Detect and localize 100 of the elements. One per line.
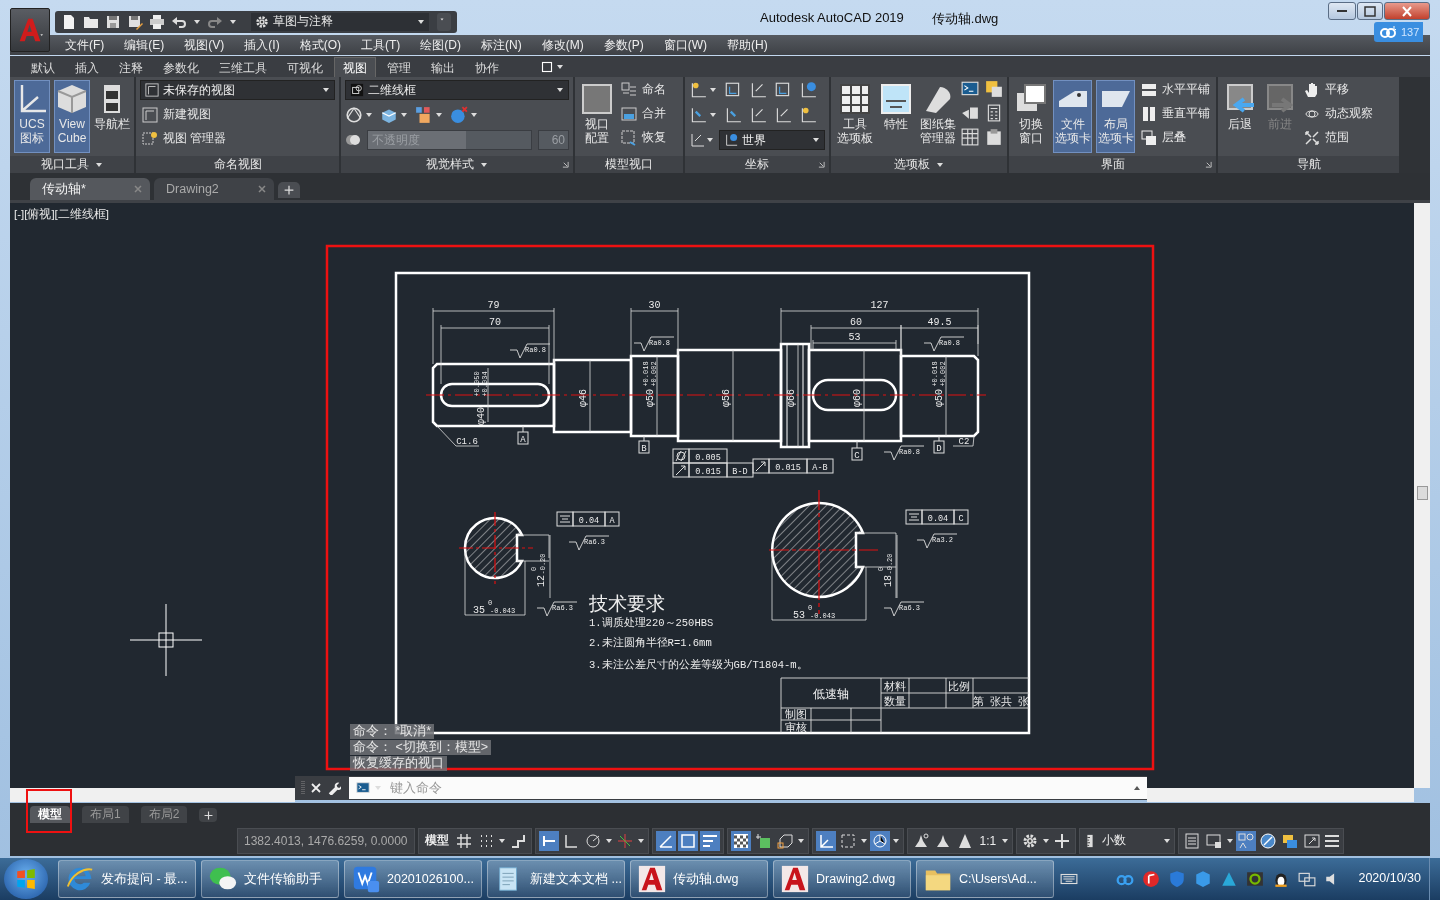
ucs-icon[interactable] [749,81,767,99]
menu-item[interactable]: 参数(P) [593,35,654,55]
caret-icon[interactable] [796,837,805,844]
taskbar-button[interactable]: Drawing2.dwg [773,860,911,898]
ribbon-tab[interactable]: 默认 [22,57,64,77]
print-icon[interactable] [149,13,165,30]
caret-icon[interactable] [400,112,408,118]
status-toggle-button[interactable] [730,830,751,851]
caret-icon[interactable] [1001,837,1010,844]
units-button[interactable]: 小数 [1099,832,1162,849]
taskbar-button[interactable]: 新建文本文档 ... [487,860,625,898]
annotation-scale-button[interactable]: 1:1 [976,833,1000,848]
taskbar-button[interactable]: C:\Users\Ad... [916,860,1054,898]
caret-icon[interactable] [417,18,425,25]
ucs-icon[interactable] [799,106,817,124]
ribbon-button[interactable]: 范围 [1302,128,1395,147]
ribbon-button[interactable]: 垂直平铺 [1139,104,1212,123]
clipboard-icon[interactable] [985,128,1003,146]
taskbar-button[interactable]: 发布提问 - 最... [58,860,196,898]
status-toggle-button[interactable] [815,830,836,851]
maximize-button[interactable] [1357,2,1383,20]
new-tab-button[interactable] [278,182,300,198]
ucs-icon[interactable] [689,81,707,99]
ribbon-button[interactable]: 恢复 [619,128,679,147]
command-input-field[interactable]: 键入命令 [386,777,1127,799]
caret-icon[interactable] [435,112,443,118]
ribbon-tab[interactable]: 管理 [378,57,420,77]
caret-icon[interactable] [480,161,488,168]
ribbon-tab[interactable]: 插入 [66,57,108,77]
menu-item[interactable]: 工具(T) [351,35,411,55]
status-toggle-button[interactable] [677,830,698,851]
caret-icon[interactable] [709,112,717,118]
ribbon-dropdown[interactable]: 未保存的视图 [140,80,335,100]
caret-icon[interactable] [322,87,330,93]
markup-icon[interactable] [961,104,979,122]
ribbon-button[interactable]: 新建视图 [140,105,335,124]
application-menu-button[interactable] [10,8,50,52]
dialog-launcher-icon[interactable] [818,161,825,168]
ribbon-toggle-button[interactable] [540,60,564,73]
menu-item[interactable]: 绘图(D) [410,35,471,55]
panel-title[interactable]: 坐标 [745,156,769,173]
caret-icon[interactable] [1163,837,1172,844]
ribbon-button[interactable]: 导航栏 [94,80,130,153]
ribbon-button[interactable]: 文件 选项卡 [1053,80,1092,153]
caret-icon[interactable] [936,161,944,168]
ribbon-button[interactable]: 工具 选项板 [835,80,874,153]
model-space-button[interactable]: 模型 [421,832,452,849]
caret-icon[interactable] [636,837,645,844]
ribbon-tab[interactable]: 可视化 [278,57,332,77]
menu-icon[interactable] [1324,832,1341,849]
taskbar-button[interactable]: 20201026100... [344,860,482,898]
menu-item[interactable]: 文件(F) [55,35,115,55]
close-button[interactable] [1384,2,1430,20]
save-icon[interactable] [105,13,121,30]
ribbon-tab[interactable]: 协作 [466,57,508,77]
music-icon[interactable] [1142,870,1161,888]
grip-handle[interactable] [301,780,305,796]
graphics-icon[interactable] [1246,870,1265,888]
ribbon-tab[interactable]: 注释 [110,57,152,77]
workspace-dropdown[interactable]: 草图与注释 [251,12,429,31]
ribbon-button[interactable]: 合并 [619,104,679,123]
panel-title[interactable]: 导航 [1296,156,1321,173]
scrollbar-thumb[interactable] [1417,486,1428,500]
ucs-icon[interactable] [724,106,742,124]
table-icon[interactable] [961,128,979,146]
minimize-button[interactable] [1328,2,1356,20]
ribbon-button[interactable]: 水平平铺 [1139,80,1212,99]
status-tool-button[interactable] [1258,830,1279,851]
vertical-scrollbar[interactable] [1414,203,1430,788]
ribbon-button[interactable]: 视图 管理器 [140,129,335,148]
ribbon-tab[interactable]: 视图 [334,57,376,77]
ribbon-button[interactable]: 后退 [1222,80,1258,153]
network-icon[interactable] [1298,870,1317,888]
menu-item[interactable]: 插入(I) [234,35,290,55]
taskbar-button[interactable]: 传动轴.dwg [630,860,768,898]
horizontal-scrollbar[interactable] [1147,788,1414,802]
layout-tab[interactable]: 布局2 [140,806,188,823]
caret-icon[interactable] [193,18,201,25]
ribbon-button[interactable]: 命名 [619,80,679,99]
blocks-icon[interactable] [415,106,433,124]
new-file-icon[interactable] [61,13,77,30]
ribbon-button[interactable]: 动态观察 [1302,104,1395,123]
caret-icon[interactable] [497,837,506,844]
ribbon-tab[interactable]: 参数化 [154,57,208,77]
status-toggle-button[interactable] [699,830,720,851]
ribbon-dropdown[interactable]: 世界 [719,130,825,150]
caret-icon[interactable] [556,87,564,93]
status-tool-button[interactable] [1236,830,1257,851]
caret-icon[interactable] [1226,837,1235,844]
sticky-note-icon[interactable] [985,80,1003,98]
wrench-icon[interactable] [327,781,341,795]
save-as-icon[interactable] [127,13,143,30]
caret-icon[interactable] [604,837,613,844]
taskbar-button[interactable]: 文件传输助手 [201,860,339,898]
dialog-launcher-icon[interactable] [1205,161,1212,168]
dialog-launcher-icon[interactable] [562,161,569,168]
ribbon-dropdown[interactable]: 二维线框 [345,80,569,100]
ucs-icon[interactable] [774,81,792,99]
caret-icon[interactable] [229,18,237,25]
layout-tab[interactable]: 模型 [30,806,70,823]
